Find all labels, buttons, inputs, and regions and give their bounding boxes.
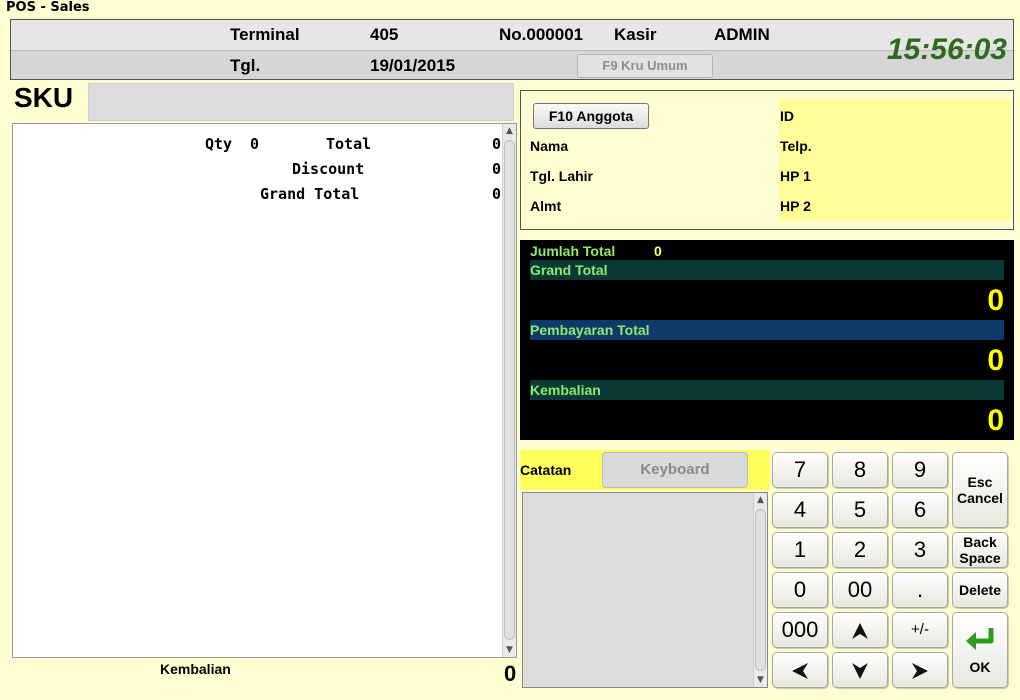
total-value: 0 (492, 135, 502, 153)
member-telp-label: Telp. (780, 138, 812, 154)
plus-minus-button[interactable]: +/- (892, 612, 948, 648)
kembalian-band: Kembalian (530, 380, 1004, 400)
key-4[interactable]: 4 (772, 492, 828, 528)
key-5[interactable]: 5 (832, 492, 888, 528)
terminal-value: 405 (370, 25, 399, 44)
grand-total-band-label: Grand Total (530, 262, 608, 278)
member-contact-area (779, 99, 1011, 221)
delete-label: Delete (958, 582, 1002, 598)
kembalian-footer-label: Kembalian (160, 661, 231, 677)
pembayaran-band: Pembayaran Total (530, 320, 1004, 340)
totals-panel: Jumlah Total 0 Grand Total 0 Pembayaran … (520, 240, 1014, 440)
item-list-scrollbar[interactable]: ▲ ▼ (502, 124, 516, 657)
kasir-label: Kasir (614, 25, 657, 44)
member-id-label: ID (780, 108, 794, 124)
grand-total-value: 0 (492, 185, 502, 203)
item-list[interactable]: Qty 0 Total 0 Discount 0 Grand Total 0 ▲… (12, 123, 517, 658)
kembalian-footer-value: 0 (504, 661, 517, 686)
delete-button[interactable]: Delete (952, 572, 1008, 608)
transaction-number: No.000001 (499, 25, 584, 44)
f9-kru-umum-button[interactable]: F9 Kru Umum (577, 54, 713, 78)
notes-scroll-down-icon[interactable]: ▼ (754, 675, 767, 685)
notes-scroll-up-icon[interactable]: ▲ (754, 495, 767, 505)
ok-label: OK (969, 659, 991, 675)
header-date-row: Tgl. 19/01/2015 (11, 50, 1013, 79)
member-hp2-label: HP 2 (780, 198, 811, 214)
kembalian-band-label: Kembalian (530, 382, 601, 398)
member-hp1-label: HP 1 (780, 168, 811, 184)
back-label: Back (963, 534, 997, 550)
arrow-right-button[interactable] (892, 652, 948, 688)
scroll-down-icon[interactable]: ▼ (503, 645, 516, 655)
backspace-button[interactable]: Back Space (952, 532, 1008, 568)
scroll-up-icon[interactable]: ▲ (503, 126, 516, 136)
kasir-value: ADMIN (714, 25, 770, 44)
sku-input[interactable] (88, 83, 514, 121)
arrow-right-icon (912, 663, 928, 679)
member-nama-label: Nama (530, 138, 569, 154)
f10-anggota-button[interactable]: F10 Anggota (533, 103, 649, 129)
jumlah-total-label: Jumlah Total (530, 243, 616, 259)
discount-value: 0 (492, 160, 502, 178)
enter-arrow-icon (966, 628, 994, 650)
discount-label: Discount (292, 160, 365, 178)
notes-scrollbar[interactable]: ▲ ▼ (753, 493, 767, 687)
key-3[interactable]: 3 (892, 532, 948, 568)
total-label: Total (326, 135, 372, 153)
key-8[interactable]: 8 (832, 452, 888, 488)
cancel-label: Cancel (957, 490, 1003, 506)
notes-scroll-thumb[interactable] (755, 509, 766, 671)
member-tgl-lahir-label: Tgl. Lahir (530, 168, 593, 184)
key-decimal[interactable]: . (892, 572, 948, 608)
date-label: Tgl. (230, 56, 261, 75)
key-6[interactable]: 6 (892, 492, 948, 528)
grand-total-amount: 0 (987, 284, 1004, 317)
arrow-down-button[interactable] (832, 652, 888, 688)
qty-label: Qty (205, 135, 233, 153)
clock: 15:56:03 (886, 33, 1007, 66)
pembayaran-band-label: Pembayaran Total (530, 322, 650, 338)
esc-label: Esc (967, 474, 993, 490)
jumlah-total-value: 0 (654, 243, 662, 259)
key-000[interactable]: 000 (772, 612, 828, 648)
window-title: POS - Sales (6, 0, 90, 15)
grand-total-band: Grand Total (530, 260, 1004, 280)
terminal-label: Terminal (230, 25, 300, 44)
arrow-left-button[interactable] (772, 652, 828, 688)
catatan-textarea[interactable]: ▲ ▼ (522, 492, 768, 688)
grand-total-label: Grand Total (260, 185, 360, 203)
kembalian-amount: 0 (987, 404, 1004, 437)
arrow-up-button[interactable] (832, 612, 888, 648)
qty-value: 0 (250, 135, 260, 153)
date-value: 19/01/2015 (370, 56, 456, 75)
ok-button[interactable]: OK (952, 612, 1008, 688)
header-panel: Terminal 405 No.000001 Kasir ADMIN Tgl. … (10, 19, 1014, 80)
member-almt-label: Almt (530, 198, 562, 214)
arrow-left-icon (792, 663, 808, 679)
catatan-label: Catatan (520, 462, 572, 478)
pembayaran-amount: 0 (987, 344, 1004, 377)
keyboard-button[interactable]: Keyboard (602, 452, 748, 488)
catatan-bar: Catatan Keyboard (520, 450, 770, 490)
space-label: Space (959, 550, 1001, 566)
key-00[interactable]: 00 (832, 572, 888, 608)
scroll-thumb[interactable] (504, 140, 515, 640)
key-0[interactable]: 0 (772, 572, 828, 608)
member-panel: F10 Anggota Nama Tgl. Lahir Almt ID Telp… (520, 90, 1014, 230)
esc-cancel-button[interactable]: Esc Cancel (952, 452, 1008, 528)
arrow-down-icon (852, 663, 868, 679)
sku-label: SKU (14, 82, 74, 113)
key-2[interactable]: 2 (832, 532, 888, 568)
key-9[interactable]: 9 (892, 452, 948, 488)
arrow-up-icon (852, 623, 868, 639)
key-1[interactable]: 1 (772, 532, 828, 568)
key-7[interactable]: 7 (772, 452, 828, 488)
